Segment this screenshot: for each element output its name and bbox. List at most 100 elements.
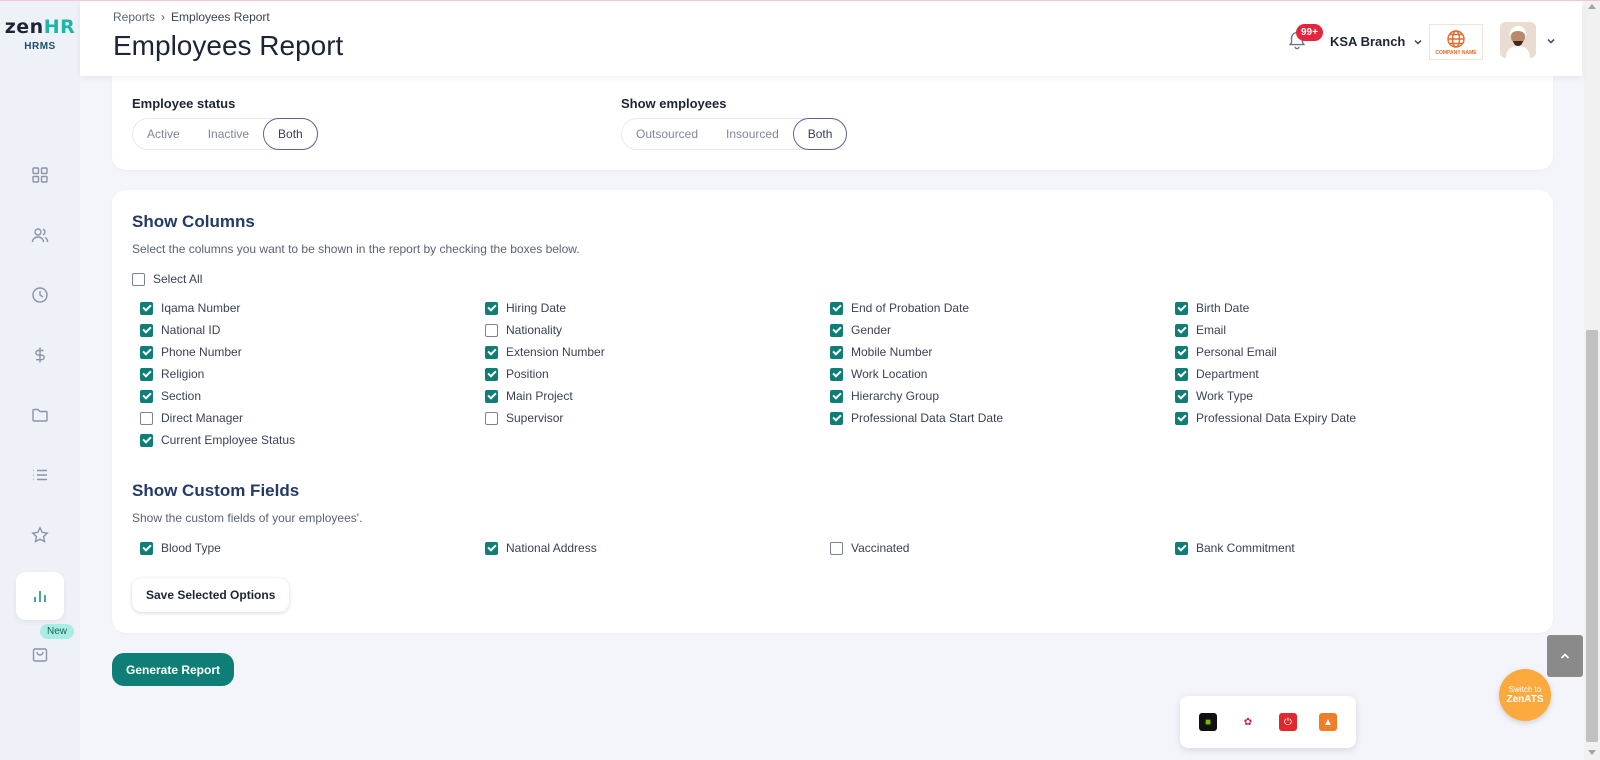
checkbox-box[interactable] [132,272,145,286]
checkbox-extension-number[interactable]: Extension Number [485,345,605,359]
chevron-right-icon: › [161,10,166,24]
checkbox-box[interactable] [1175,301,1188,315]
page-title: Employees Report [113,30,344,61]
checkbox-personal-email[interactable]: Personal Email [1175,345,1277,359]
checkbox-vaccinated[interactable]: Vaccinated [830,541,909,555]
checkbox-box[interactable] [1175,367,1188,381]
employees-option-insourced[interactable]: Insourced [712,118,793,150]
switch-to-zenats-button[interactable]: Switch to ZenATS [1499,669,1551,721]
globe-logo-icon [1447,29,1465,48]
checkbox-current-employee-status[interactable]: Current Employee Status [140,433,295,447]
checkbox-national-id[interactable]: National ID [140,323,220,337]
sidebar-item-marketplace[interactable] [27,641,53,667]
checkbox-box[interactable] [1175,323,1188,337]
checkbox-box[interactable] [140,541,153,555]
checkbox-direct-manager[interactable]: Direct Manager [140,411,243,425]
checkbox-box[interactable] [830,541,843,555]
checkbox-label: Professional Data Start Date [851,411,1004,425]
checkbox-hiring-date[interactable]: Hiring Date [485,301,566,315]
scroll-down-arrow[interactable] [1588,750,1596,755]
checkbox-box[interactable] [485,389,498,403]
checkbox-bank-commitment[interactable]: Bank Commitment [1175,541,1295,555]
scroll-up-arrow[interactable] [1588,4,1596,9]
checkbox-gender[interactable]: Gender [830,323,891,337]
checkbox-box[interactable] [830,389,843,403]
checkbox-box[interactable] [485,345,498,359]
checkbox-work-location[interactable]: Work Location [830,367,927,381]
checkbox-professional-data-start-date[interactable]: Professional Data Start Date [830,411,1003,425]
scroll-to-top-button[interactable] [1547,635,1583,677]
checkbox-box[interactable] [140,345,153,359]
save-selected-options-button[interactable]: Save Selected Options [132,578,290,612]
checkbox-box[interactable] [485,541,498,555]
sidebar-item-lists[interactable] [27,462,53,488]
sidebar-item-payroll[interactable] [27,342,53,368]
checkbox-box[interactable] [485,411,498,425]
checkbox-box[interactable] [830,323,843,337]
page-scrollbar[interactable] [1584,0,1600,760]
checkbox-box[interactable] [830,367,843,381]
checkbox-national-address[interactable]: National Address [485,541,597,555]
avatar-chevron-down-icon[interactable] [1546,36,1556,46]
checkbox-supervisor[interactable]: Supervisor [485,411,563,425]
checkbox-box[interactable] [485,367,498,381]
checkbox-birth-date[interactable]: Birth Date [1175,301,1249,315]
checkbox-phone-number[interactable]: Phone Number [140,345,242,359]
brand[interactable]: zenHR HRMS [0,16,80,52]
checkbox-box[interactable] [830,345,843,359]
select-all-checkbox[interactable]: Select All [132,272,202,286]
raspberry-icon[interactable]: ✿ [1239,713,1257,731]
sidebar-item-attendance[interactable] [27,282,53,308]
checkbox-position[interactable]: Position [485,367,549,381]
checkbox-box[interactable] [1175,541,1188,555]
checkbox-box[interactable] [830,411,843,425]
checkbox-box[interactable] [830,301,843,315]
sidebar-item-employees[interactable] [27,222,53,248]
sidebar-item-favorites[interactable] [27,522,53,548]
user-avatar[interactable] [1500,22,1536,58]
checkbox-box[interactable] [1175,389,1188,403]
star-icon [31,526,49,543]
checkbox-box[interactable] [140,389,153,403]
branch-selector[interactable]: KSA Branch [1330,34,1423,49]
checkbox-section[interactable]: Section [140,389,201,403]
status-option-both[interactable]: Both [263,118,318,150]
checkbox-box[interactable] [485,323,498,337]
checkbox-box[interactable] [140,301,153,315]
checkbox-nationality[interactable]: Nationality [485,323,562,337]
checkbox-box[interactable] [485,301,498,315]
employees-option-outsourced[interactable]: Outsourced [622,118,712,150]
employees-option-both[interactable]: Both [792,118,848,150]
checkbox-professional-data-expiry-date[interactable]: Professional Data Expiry Date [1175,411,1356,425]
sidebar-item-reports[interactable] [16,572,64,620]
checkbox-main-project[interactable]: Main Project [485,389,573,403]
checkbox-box[interactable] [140,411,153,425]
checkbox-box[interactable] [140,367,153,381]
breadcrumb-reports-link[interactable]: Reports [113,10,155,24]
custom-fields-description: Show the custom fields of your employees… [132,511,363,525]
checkbox-label: Personal Email [1196,345,1277,359]
checkbox-box[interactable] [1175,345,1188,359]
columns-card: Show Columns Select the columns you want… [112,190,1553,633]
checkbox-department[interactable]: Department [1175,367,1259,381]
sidebar-item-documents[interactable] [27,402,53,428]
checkbox-hierarchy-group[interactable]: Hierarchy Group [830,389,939,403]
sidebar-item-dashboard[interactable] [27,162,53,188]
power-app-icon[interactable]: ⏻ [1279,713,1297,731]
orange-app-icon[interactable]: ▲ [1319,713,1337,731]
checkbox-blood-type[interactable]: Blood Type [140,541,221,555]
checkbox-iqama-number[interactable]: Iqama Number [140,301,240,315]
checkbox-box[interactable] [1175,411,1188,425]
checkbox-religion[interactable]: Religion [140,367,204,381]
checkbox-work-type[interactable]: Work Type [1175,389,1253,403]
status-option-active[interactable]: Active [133,118,194,150]
nvidia-icon[interactable]: ■ [1199,713,1217,731]
status-option-inactive[interactable]: Inactive [194,118,263,150]
checkbox-end-of-probation-date[interactable]: End of Probation Date [830,301,969,315]
checkbox-box[interactable] [140,323,153,337]
scrollbar-thumb[interactable] [1586,330,1598,742]
checkbox-mobile-number[interactable]: Mobile Number [830,345,932,359]
checkbox-box[interactable] [140,433,153,447]
generate-report-button[interactable]: Generate Report [112,653,234,686]
checkbox-email[interactable]: Email [1175,323,1226,337]
